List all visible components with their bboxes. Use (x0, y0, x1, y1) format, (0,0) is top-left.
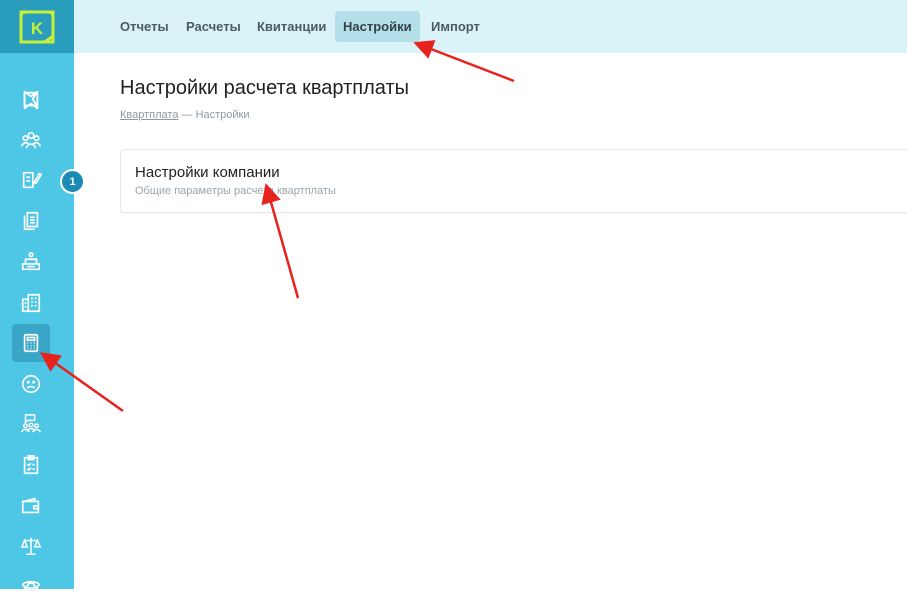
breadcrumb-current: Настройки (195, 109, 250, 121)
app-logo[interactable]: K (0, 0, 74, 53)
breadcrumb-link-kvartplata[interactable]: Квартплата (120, 109, 178, 121)
checklist-icon[interactable] (12, 446, 50, 484)
breadcrumb-separator: — (181, 109, 193, 121)
tab-reports[interactable]: Отчеты (112, 11, 177, 42)
cashier-icon[interactable] (12, 243, 50, 281)
tab-calculations[interactable]: Расчеты (178, 11, 249, 42)
sad-face-icon[interactable] (12, 365, 50, 403)
logo-icon: K (19, 10, 55, 44)
documents-icon[interactable] (12, 202, 50, 240)
svg-text:K: K (31, 19, 44, 38)
page-title: Настройки расчета квартплаты (120, 77, 409, 99)
flag-icon[interactable] (12, 81, 50, 119)
phone-icon[interactable] (12, 568, 50, 606)
breadcrumb: Квартплата — Настройки (120, 109, 250, 121)
tab-settings[interactable]: Настройки (335, 11, 420, 42)
tab-receipts[interactable]: Квитанции (249, 11, 334, 42)
sidebar: K 1 (0, 0, 85, 596)
users-group-icon[interactable] (12, 121, 50, 159)
card-title: Настройки компании (135, 164, 280, 181)
notification-badge: 1 (60, 169, 85, 194)
top-navigation: Отчеты Расчеты Квитанции Настройки Импор… (74, 0, 907, 53)
card-subtitle: Общие параметры расчета квартплаты (135, 185, 336, 197)
buildings-icon[interactable] (12, 284, 50, 322)
calculator-icon[interactable] (12, 324, 50, 362)
company-settings-card[interactable]: Настройки компании Общие параметры расче… (120, 149, 907, 213)
tab-import[interactable]: Импорт (423, 11, 488, 42)
scales-icon[interactable] (12, 527, 50, 565)
people-chat-icon[interactable] (12, 405, 50, 443)
wallet-icon[interactable] (12, 487, 50, 525)
edit-document-icon[interactable] (12, 161, 50, 199)
